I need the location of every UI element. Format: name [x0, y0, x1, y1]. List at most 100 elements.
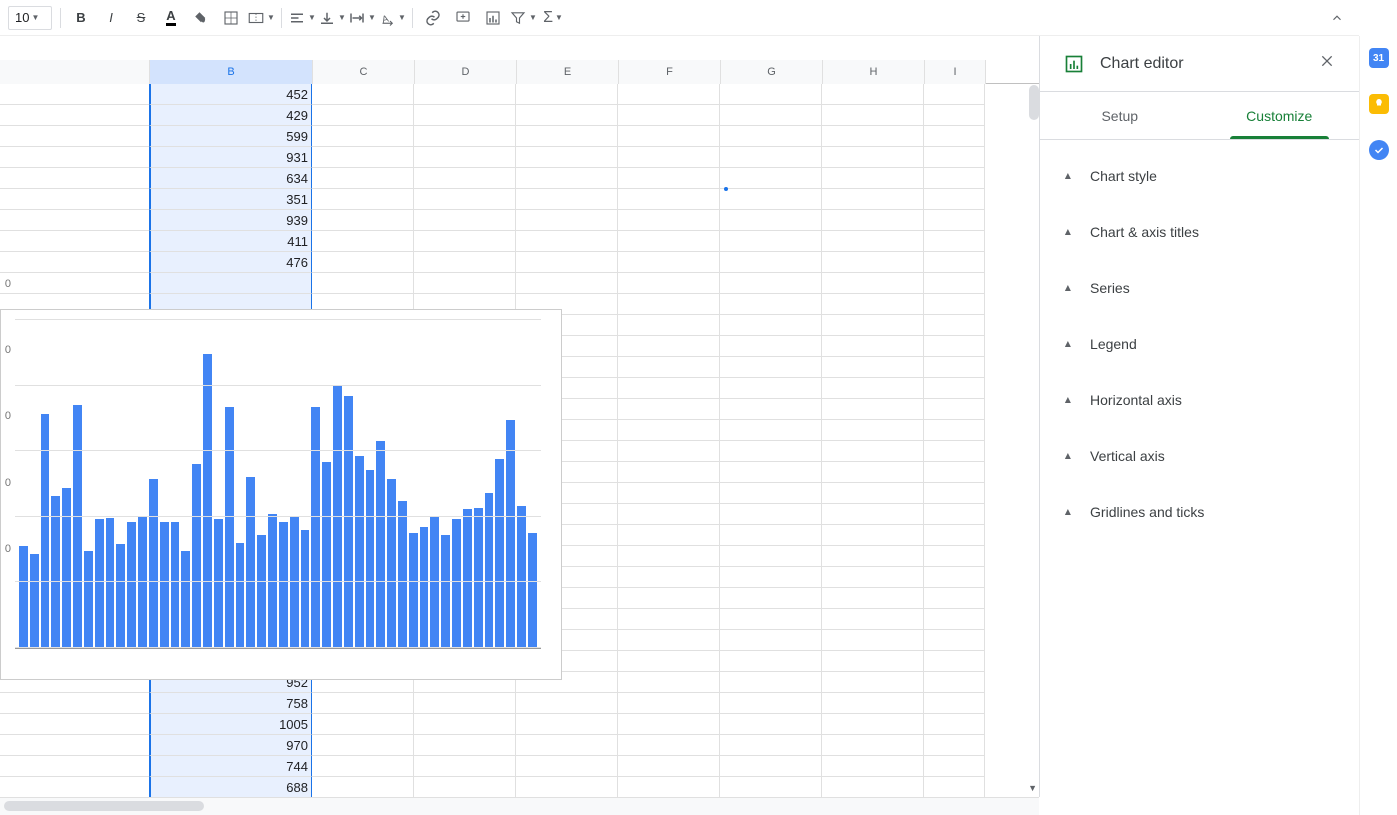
column-header[interactable]: I: [925, 60, 986, 84]
chart-bar[interactable]: [116, 544, 125, 648]
chart-bar[interactable]: [62, 488, 71, 648]
cell[interactable]: [822, 693, 924, 714]
collapse-toolbar-button[interactable]: [1323, 4, 1351, 32]
table-row[interactable]: 744: [0, 756, 1039, 777]
cell[interactable]: [516, 168, 618, 189]
cell[interactable]: [822, 294, 924, 315]
cell[interactable]: [414, 273, 516, 294]
cell[interactable]: [618, 189, 720, 210]
cell[interactable]: [720, 420, 822, 441]
link-button[interactable]: [419, 4, 447, 32]
table-row[interactable]: 970: [0, 735, 1039, 756]
cell[interactable]: [516, 693, 618, 714]
cell[interactable]: [924, 336, 985, 357]
horizontal-scrollbar[interactable]: [0, 797, 1039, 815]
cell[interactable]: [0, 168, 150, 189]
chart-bar[interactable]: [203, 354, 212, 648]
vertical-scrollbar[interactable]: [1029, 85, 1039, 120]
cell[interactable]: [312, 147, 414, 168]
cell[interactable]: [720, 336, 822, 357]
cell[interactable]: [720, 294, 822, 315]
cell[interactable]: [618, 672, 720, 693]
cell[interactable]: [720, 525, 822, 546]
column-header[interactable]: F: [619, 60, 721, 84]
cell[interactable]: [618, 378, 720, 399]
cell[interactable]: [0, 126, 150, 147]
chart-bar[interactable]: [106, 518, 115, 648]
accordion-section[interactable]: ▸Vertical axis: [1040, 428, 1359, 484]
cell[interactable]: [516, 210, 618, 231]
cell[interactable]: [720, 651, 822, 672]
cell[interactable]: [516, 84, 618, 105]
cell[interactable]: [924, 588, 985, 609]
cell[interactable]: 758: [149, 693, 312, 714]
cell[interactable]: [822, 189, 924, 210]
cell[interactable]: [822, 546, 924, 567]
cell[interactable]: [720, 399, 822, 420]
cell[interactable]: [414, 168, 516, 189]
cell[interactable]: [720, 273, 822, 294]
cell[interactable]: [312, 756, 414, 777]
cell[interactable]: 688: [149, 777, 312, 797]
cell[interactable]: [822, 483, 924, 504]
calendar-icon[interactable]: 31: [1369, 48, 1389, 68]
cell[interactable]: [618, 735, 720, 756]
table-row[interactable]: 452: [0, 84, 1039, 105]
chart-bar[interactable]: [225, 407, 234, 648]
cell[interactable]: [822, 105, 924, 126]
accordion-section[interactable]: ▸Horizontal axis: [1040, 372, 1359, 428]
cell[interactable]: [924, 399, 985, 420]
cell[interactable]: [924, 231, 985, 252]
cell[interactable]: [0, 252, 150, 273]
cell[interactable]: [720, 693, 822, 714]
tasks-icon[interactable]: [1369, 140, 1389, 160]
cell[interactable]: [822, 252, 924, 273]
cell[interactable]: [924, 462, 985, 483]
cell[interactable]: [822, 714, 924, 735]
cell[interactable]: [924, 483, 985, 504]
cell[interactable]: [516, 777, 618, 797]
cell[interactable]: [924, 735, 985, 756]
cell[interactable]: [312, 273, 414, 294]
cell[interactable]: [720, 567, 822, 588]
chart-bar[interactable]: [441, 535, 450, 648]
chart-bar[interactable]: [160, 522, 169, 648]
cell[interactable]: [924, 210, 985, 231]
cell[interactable]: [924, 378, 985, 399]
chart-bar[interactable]: [279, 522, 288, 648]
cell[interactable]: [822, 231, 924, 252]
filter-button[interactable]: ▼: [509, 4, 537, 32]
cell[interactable]: [618, 399, 720, 420]
cell[interactable]: [924, 693, 985, 714]
column-header[interactable]: D: [415, 60, 517, 84]
cell[interactable]: [720, 231, 822, 252]
chart-bar[interactable]: [30, 554, 39, 648]
cell[interactable]: [720, 672, 822, 693]
cell[interactable]: [618, 231, 720, 252]
cell[interactable]: [0, 231, 150, 252]
chart-bar[interactable]: [246, 477, 255, 648]
cell[interactable]: [924, 273, 985, 294]
table-row[interactable]: 931: [0, 147, 1039, 168]
chart-bar[interactable]: [409, 533, 418, 648]
cell[interactable]: [720, 126, 822, 147]
cell[interactable]: [924, 126, 985, 147]
cell[interactable]: [414, 231, 516, 252]
cell[interactable]: [618, 315, 720, 336]
cell[interactable]: [720, 483, 822, 504]
insert-chart-button[interactable]: [479, 4, 507, 32]
cell[interactable]: [924, 609, 985, 630]
cell[interactable]: [618, 441, 720, 462]
chart-bar[interactable]: [430, 517, 439, 648]
accordion-section[interactable]: ▸Legend: [1040, 316, 1359, 372]
cell[interactable]: [822, 672, 924, 693]
cell[interactable]: 351: [149, 189, 312, 210]
v-align-button[interactable]: ▼: [318, 4, 346, 32]
cell[interactable]: 634: [149, 168, 312, 189]
cell[interactable]: [618, 357, 720, 378]
table-row[interactable]: [0, 273, 1039, 294]
font-size-input[interactable]: 10 ▼: [8, 6, 52, 30]
cell[interactable]: [618, 336, 720, 357]
cell[interactable]: [822, 84, 924, 105]
table-row[interactable]: 688: [0, 777, 1039, 797]
